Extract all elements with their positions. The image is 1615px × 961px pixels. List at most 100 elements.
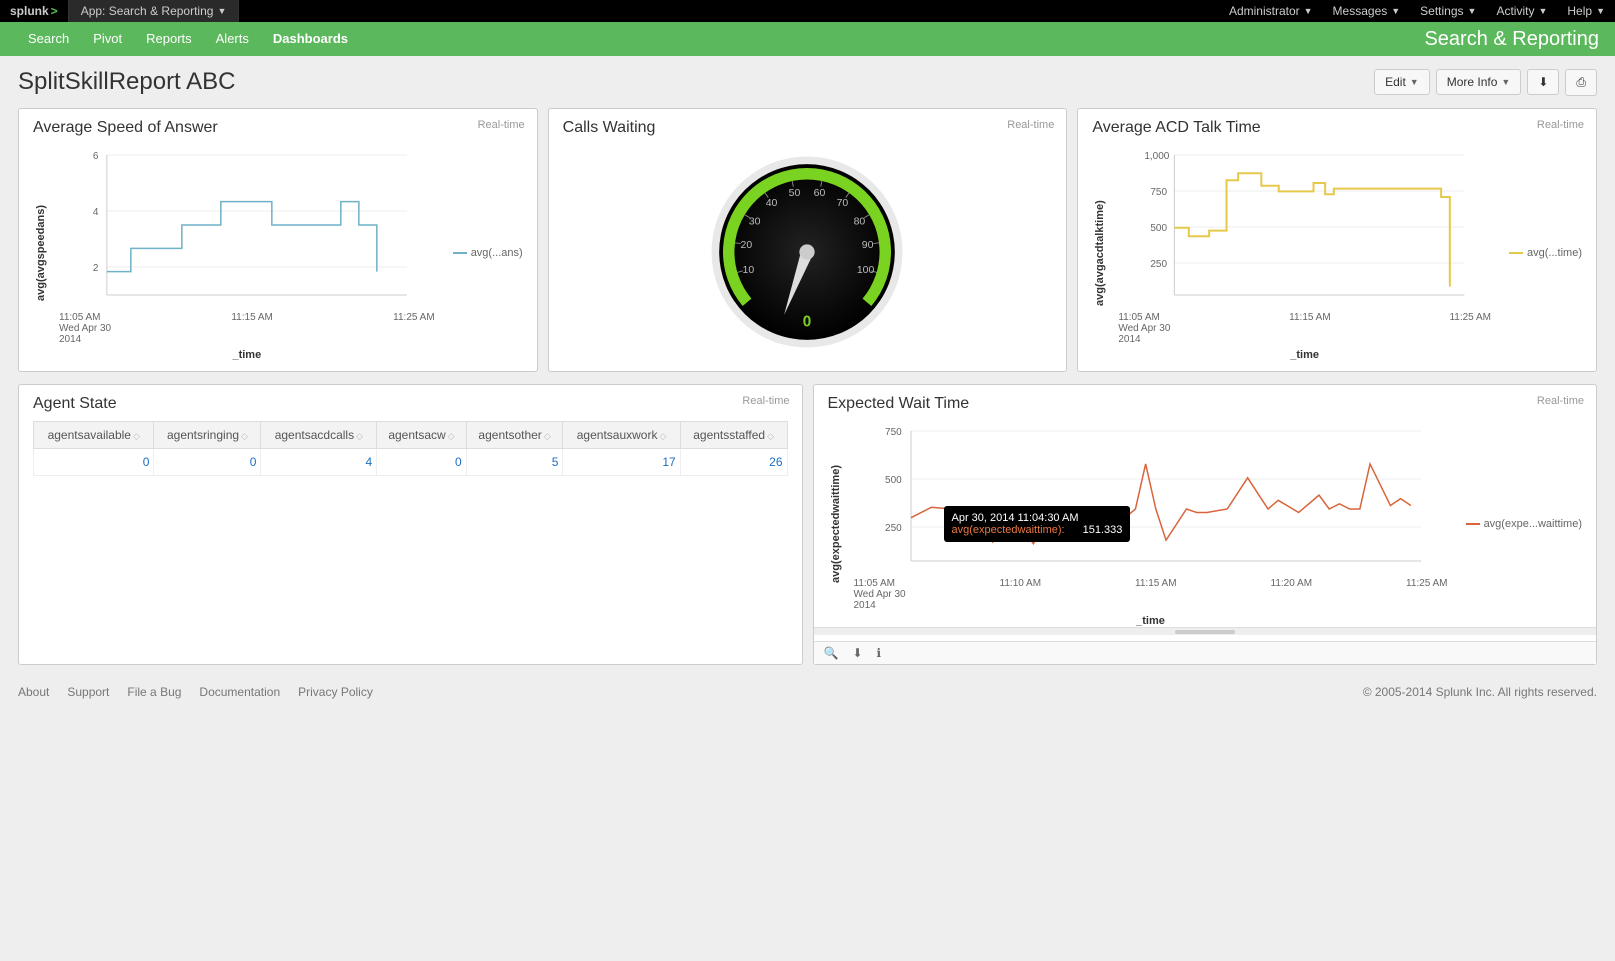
tooltip-time: Apr 30, 2014 11:04:30 AM (952, 512, 1123, 524)
panel-avg-speed-answer: Average Speed of Answer Real-time avg(av… (18, 108, 538, 372)
x-axis-label: _time (1108, 349, 1501, 361)
page-title: SplitSkillReport ABC (18, 68, 235, 96)
svg-text:500: 500 (1151, 223, 1168, 234)
nav-settings[interactable]: Settings▼ (1410, 0, 1486, 22)
table-header[interactable]: agentsauxwork◇ (563, 422, 680, 449)
download-button[interactable]: ⬇ (1527, 69, 1559, 95)
svg-text:750: 750 (1151, 187, 1168, 198)
x-tick: 11:10 AM (1000, 578, 1042, 611)
table-cell[interactable]: 4 (261, 449, 377, 476)
chart-tooltip: Apr 30, 2014 11:04:30 AM avg(expectedwai… (944, 506, 1131, 542)
x-tick: 11:25 AM (393, 312, 435, 345)
x-tick: 11:15 AM (231, 312, 273, 345)
footer: About Support File a Bug Documentation P… (0, 677, 1615, 719)
x-tick: 11:05 AM (854, 578, 906, 589)
realtime-badge: Real-time (478, 119, 525, 131)
line-chart[interactable]: 750 500 250 (844, 421, 1458, 571)
x-tick-date: Wed Apr 30 (854, 589, 906, 600)
app-dropdown[interactable]: App: Search & Reporting▼ (69, 0, 240, 22)
svg-text:250: 250 (885, 523, 902, 534)
tooltip-value: 151.333 (1083, 524, 1123, 536)
legend: avg(expe...waittime) (1458, 421, 1582, 627)
page-header: SplitSkillReport ABC Edit▼ More Info▼ ⬇ … (0, 56, 1615, 108)
info-icon[interactable]: ℹ (877, 646, 882, 660)
footer-copyright: © 2005-2014 Splunk Inc. All rights reser… (1363, 685, 1597, 699)
svg-text:4: 4 (93, 207, 99, 218)
nav-dashboards[interactable]: Dashboards (261, 22, 360, 56)
y-axis-label: avg(expectedwaittime) (828, 421, 844, 627)
table-cell[interactable]: 0 (34, 449, 154, 476)
print-icon: ⎙ (1576, 75, 1586, 90)
footer-privacy[interactable]: Privacy Policy (298, 685, 373, 699)
x-tick: 11:05 AM (59, 312, 111, 323)
gauge-chart[interactable]: 102030405060708090100 0 (702, 147, 912, 357)
footer-about[interactable]: About (18, 685, 49, 699)
topbar: splunk> App: Search & Reporting▼ Adminis… (0, 0, 1615, 22)
footer-documentation[interactable]: Documentation (199, 685, 280, 699)
footer-support[interactable]: Support (67, 685, 109, 699)
table-header[interactable]: agentsother◇ (466, 422, 563, 449)
svg-text:70: 70 (837, 197, 849, 209)
nav-administrator[interactable]: Administrator▼ (1219, 0, 1323, 22)
footer-file-bug[interactable]: File a Bug (127, 685, 181, 699)
nav-pivot[interactable]: Pivot (81, 22, 134, 56)
more-info-button[interactable]: More Info▼ (1436, 69, 1522, 95)
panel-title: Average Speed of Answer (33, 119, 523, 137)
panel-calls-waiting: Calls Waiting Real-time 1020304050607080… (548, 108, 1068, 372)
x-tick-date: 2014 (854, 600, 906, 611)
download-icon: ⬇ (1538, 75, 1548, 89)
y-axis-label: avg(avgacdtalktime) (1092, 145, 1108, 361)
legend: avg(...time) (1501, 145, 1582, 361)
nav-reports[interactable]: Reports (134, 22, 204, 56)
tooltip-metric: avg(expectedwaittime): (952, 524, 1065, 536)
svg-text:10: 10 (743, 264, 755, 276)
svg-text:40: 40 (766, 197, 778, 209)
svg-text:50: 50 (789, 187, 801, 199)
x-axis-label: _time (49, 349, 445, 361)
search-icon[interactable]: 🔍 (824, 646, 839, 660)
nav-help[interactable]: Help▼ (1557, 0, 1615, 22)
export-icon[interactable]: ⬇ (852, 646, 862, 660)
x-tick: 11:15 AM (1135, 578, 1177, 611)
table-header[interactable]: agentsavailable◇ (34, 422, 154, 449)
panel-title: Agent State (33, 395, 788, 413)
svg-text:100: 100 (857, 264, 875, 276)
panel-title: Expected Wait Time (828, 395, 1583, 413)
table-header[interactable]: agentsacdcalls◇ (261, 422, 377, 449)
table-header[interactable]: agentsstaffed◇ (680, 422, 787, 449)
svg-text:1,000: 1,000 (1145, 151, 1170, 162)
line-chart[interactable]: 6 4 2 (49, 145, 445, 305)
table-header[interactable]: agentsacw◇ (377, 422, 467, 449)
table-cell[interactable]: 5 (466, 449, 563, 476)
nav-alerts[interactable]: Alerts (204, 22, 261, 56)
panel-title: Average ACD Talk Time (1092, 119, 1582, 137)
x-tick-date: Wed Apr 30 (59, 323, 111, 334)
edit-button[interactable]: Edit▼ (1374, 69, 1430, 95)
logo[interactable]: splunk> (0, 0, 69, 22)
print-button[interactable]: ⎙ (1565, 69, 1597, 96)
svg-text:250: 250 (1151, 259, 1168, 270)
nav-messages[interactable]: Messages▼ (1323, 0, 1411, 22)
scroll-indicator[interactable] (814, 627, 1597, 635)
x-tick: 11:25 AM (1406, 578, 1448, 611)
table-cell[interactable]: 0 (154, 449, 261, 476)
svg-text:6: 6 (93, 151, 99, 162)
app-nav: Search Pivot Reports Alerts Dashboards S… (0, 22, 1615, 56)
realtime-badge: Real-time (1537, 395, 1584, 407)
x-tick: 11:05 AM (1118, 312, 1170, 323)
panel-expected-wait: Expected Wait Time Real-time avg(expecte… (813, 384, 1598, 665)
nav-search[interactable]: Search (16, 22, 81, 56)
table-header[interactable]: agentsringing◇ (154, 422, 261, 449)
table-cell[interactable]: 0 (377, 449, 467, 476)
nav-activity[interactable]: Activity▼ (1486, 0, 1557, 22)
realtime-badge: Real-time (1537, 119, 1584, 131)
panel-avg-acd-talk: Average ACD Talk Time Real-time avg(avga… (1077, 108, 1597, 372)
svg-text:2: 2 (93, 263, 99, 274)
line-chart[interactable]: 1,000 750 500 250 (1108, 145, 1501, 305)
x-axis-label: _time (844, 615, 1458, 627)
agent-state-table: agentsavailable◇agentsringing◇agentsacdc… (33, 421, 788, 476)
table-cell[interactable]: 26 (680, 449, 787, 476)
x-tick-date: 2014 (59, 334, 111, 345)
table-cell[interactable]: 17 (563, 449, 680, 476)
svg-text:80: 80 (854, 215, 866, 227)
